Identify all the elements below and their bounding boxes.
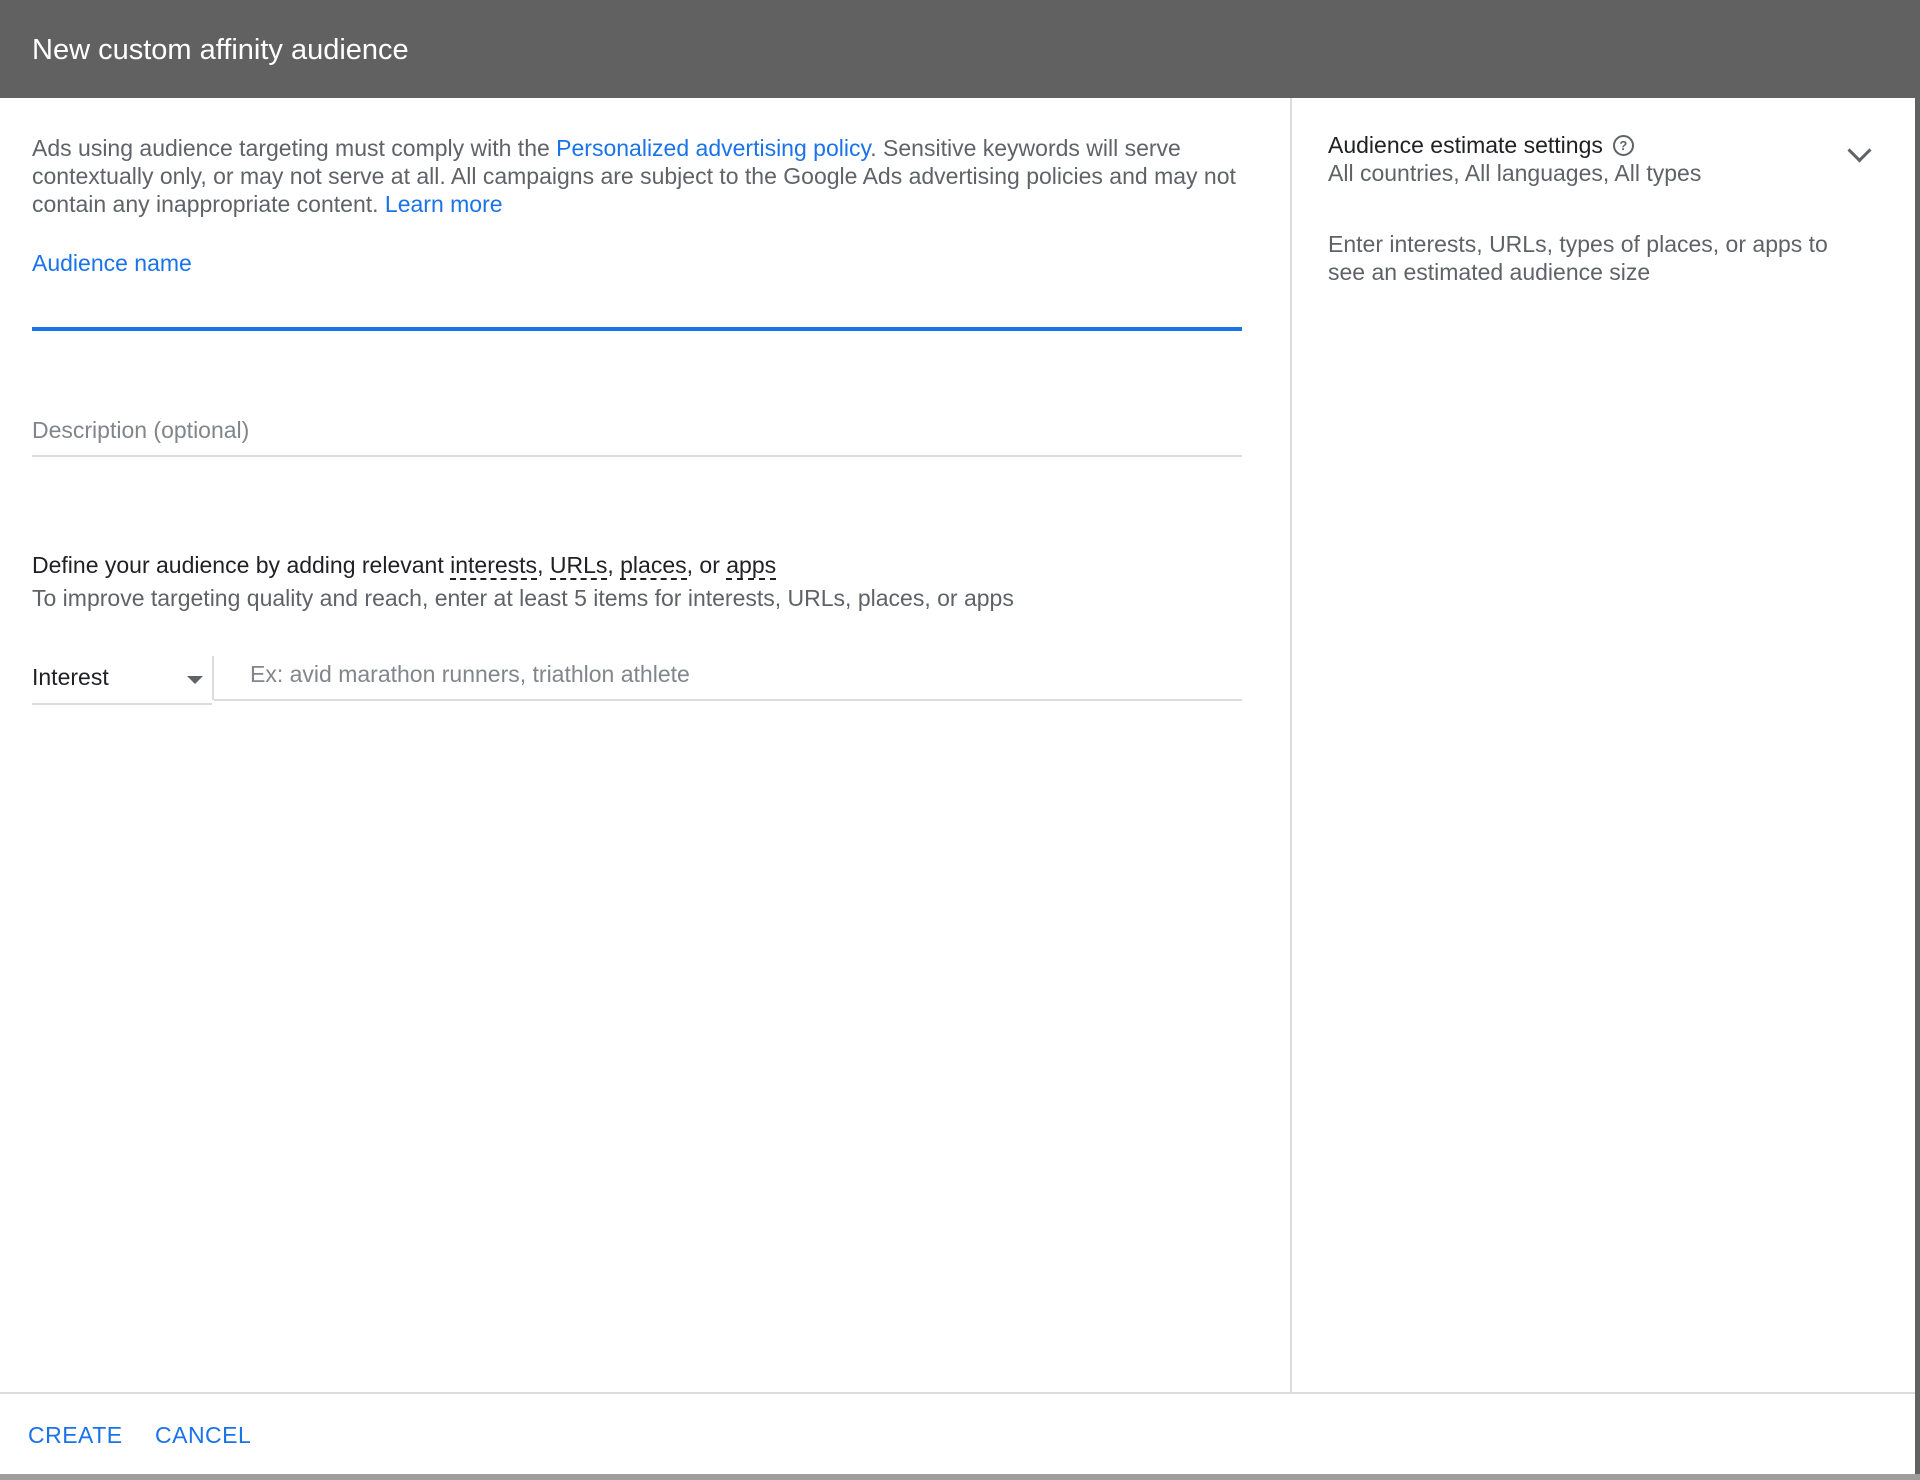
description-input[interactable] [32, 410, 1242, 450]
custom-affinity-dialog: New custom affinity audience Ads using a… [0, 0, 1915, 1474]
dropdown-arrow-icon [187, 676, 203, 684]
description-underline [32, 455, 1242, 457]
audience-estimate-title: Audience estimate settings ? [1328, 132, 1634, 159]
help-icon[interactable]: ? [1612, 135, 1634, 156]
window-edge-bottom [0, 1474, 1920, 1480]
define-sep-2: , [607, 552, 621, 578]
item-type-underline [32, 703, 212, 705]
define-prefix: Define your audience by adding relevant [32, 552, 451, 578]
interests-term[interactable]: interests [450, 552, 538, 580]
define-sep-3: , or [686, 552, 727, 578]
audience-estimate-hint: Enter interests, URLs, types of places, … [1328, 231, 1828, 285]
policy-notice: Ads using audience targeting must comply… [32, 134, 1242, 218]
define-audience-hint: To improve targeting quality and reach, … [32, 585, 1014, 611]
audience-estimate-title-text: Audience estimate settings [1328, 132, 1603, 158]
item-entry-input[interactable] [250, 652, 1240, 696]
window-edge-right [1915, 0, 1920, 1480]
audience-name-label: Audience name [32, 250, 192, 276]
item-type-select[interactable]: Interest [32, 652, 212, 702]
audience-name-input[interactable] [32, 286, 1242, 326]
panel-divider [1290, 98, 1292, 1392]
audience-estimate-subtitle: All countries, All languages, All types [1328, 160, 1702, 186]
create-button[interactable]: CREATE [28, 1422, 123, 1449]
footer-divider [0, 1392, 1915, 1394]
define-sep-1: , [537, 552, 550, 578]
apps-term[interactable]: apps [726, 552, 777, 580]
urls-term[interactable]: URLs [549, 552, 608, 580]
audience-name-underline [32, 327, 1242, 331]
cancel-button[interactable]: CANCEL [155, 1422, 251, 1449]
item-entry-separator [212, 656, 214, 700]
dialog-title: New custom affinity audience [32, 34, 409, 66]
policy-text-before: Ads using audience targeting must comply… [32, 135, 557, 161]
chevron-down-icon[interactable] [1847, 138, 1872, 163]
places-term[interactable]: places [620, 552, 687, 580]
dialog-header: New custom affinity audience [0, 0, 1915, 98]
item-entry-underline [214, 699, 1242, 701]
define-audience-heading: Define your audience by adding relevant … [32, 551, 777, 580]
item-type-selected: Interest [32, 664, 109, 690]
personalized-advertising-policy-link[interactable]: Personalized advertising policy [556, 135, 870, 161]
learn-more-link[interactable]: Learn more [385, 191, 503, 217]
